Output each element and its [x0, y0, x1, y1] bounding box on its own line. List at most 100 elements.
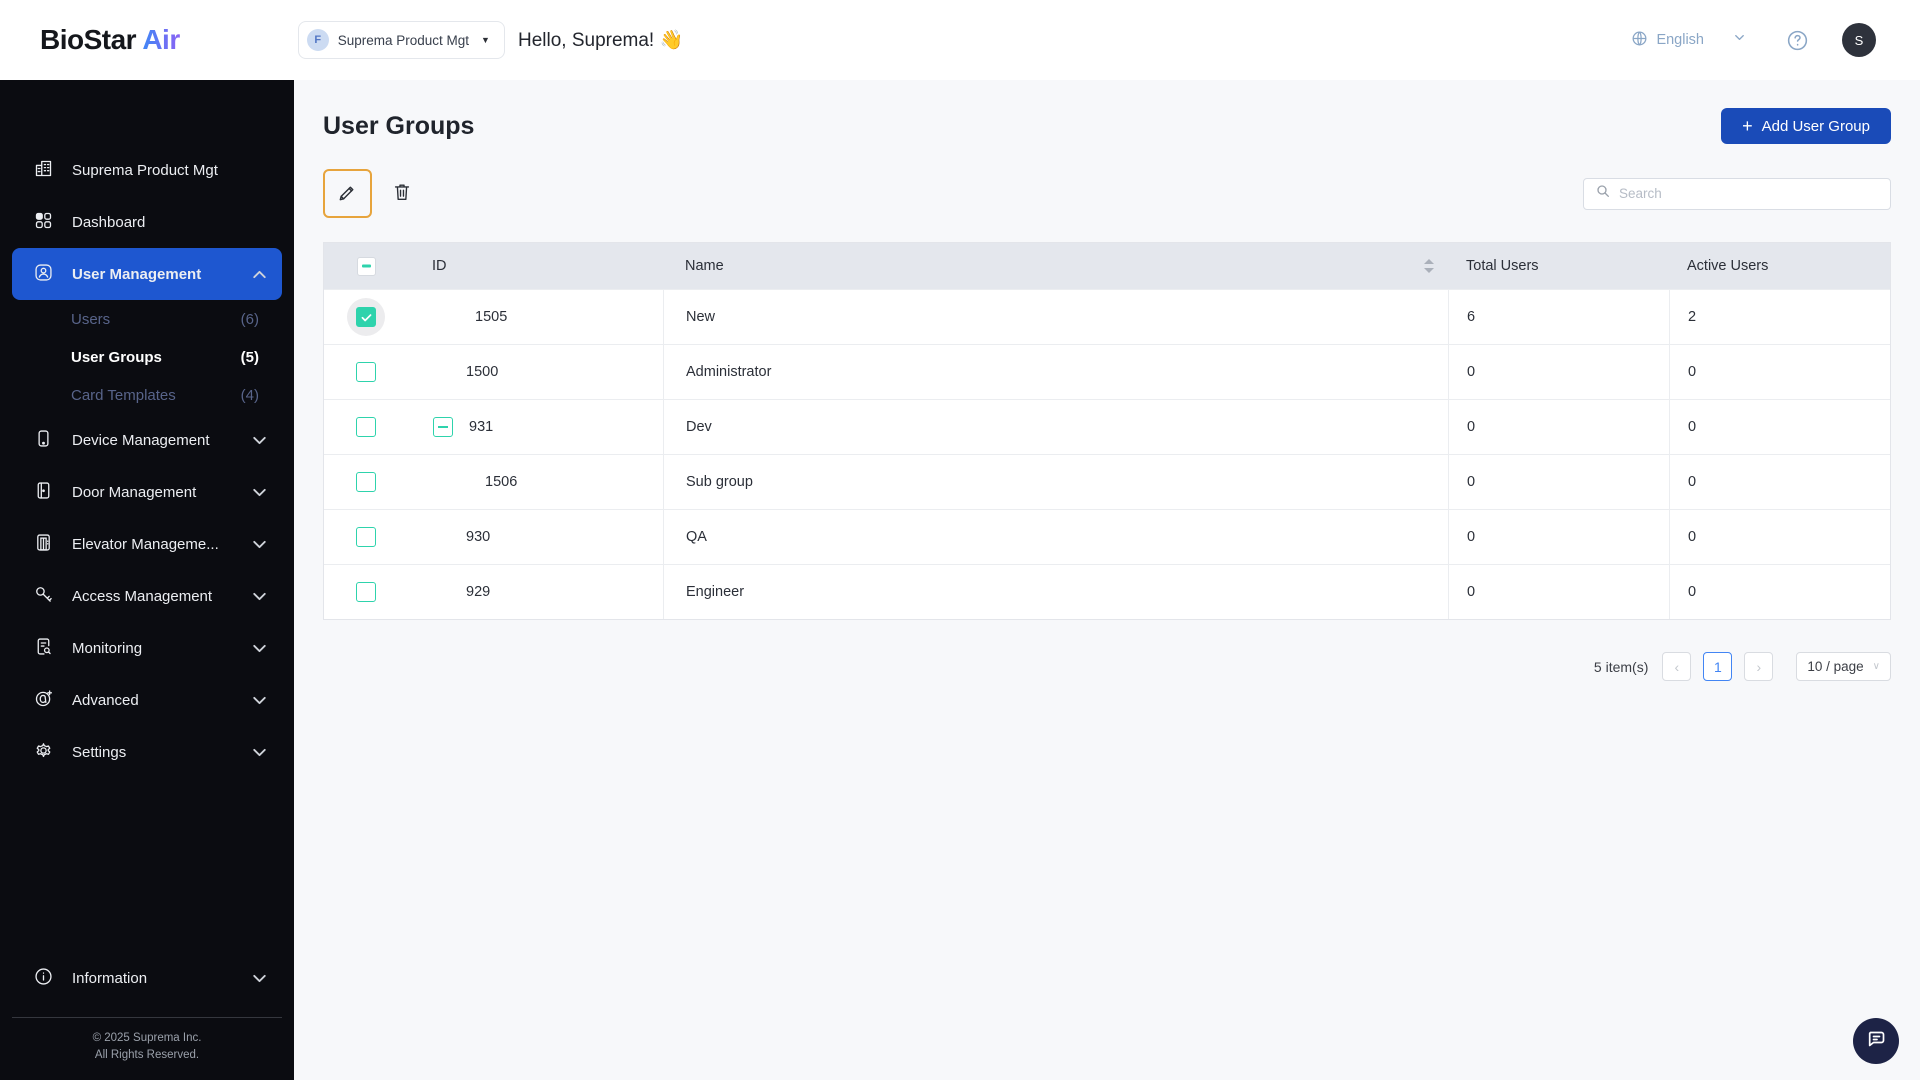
chevron-down-icon — [249, 638, 270, 659]
sidebar-item-label: Settings — [72, 743, 127, 761]
group-active-users: 0 — [1669, 400, 1890, 454]
row-checkbox[interactable] — [356, 582, 376, 602]
row-checkbox[interactable] — [356, 307, 376, 327]
chevron-down-icon — [249, 534, 270, 555]
sidebar-item-door-management[interactable]: Door Management — [0, 466, 294, 518]
sidebar-item-label: User Management — [72, 265, 202, 283]
sidebar-item-advanced[interactable]: Advanced — [0, 674, 294, 726]
group-name: Administrator — [663, 345, 1448, 399]
group-name: Dev — [663, 400, 1448, 454]
sidebar-item-label: Users — [71, 310, 111, 328]
sidebar-nav: Suprema Product Mgt Dashboard User Manag… — [0, 80, 294, 1080]
sidebar-item-count: (4) — [240, 386, 259, 404]
add-user-group-button[interactable]: + Add User Group — [1721, 108, 1891, 144]
group-active-users: 0 — [1669, 510, 1890, 564]
table-header: ID Name Total Users Active Users — [324, 243, 1890, 289]
sidebar-item-device-management[interactable]: Device Management — [0, 414, 294, 466]
checkbox-halo — [347, 298, 385, 336]
group-total-users: 0 — [1448, 455, 1669, 509]
row-checkbox[interactable] — [356, 527, 376, 547]
sidebar-item-card-templates[interactable]: Card Templates (4) — [0, 376, 294, 414]
top-header: BioStar Air F Suprema Product Mgt ▼ Hell… — [0, 0, 1920, 80]
sidebar-item-users[interactable]: Users (6) — [0, 300, 294, 338]
table-row[interactable]: 1506 Sub group 0 0 — [324, 454, 1890, 509]
chevron-down-icon — [249, 586, 270, 607]
device-icon — [33, 428, 54, 453]
collapse-expander-icon[interactable] — [433, 417, 453, 437]
sidebar-item-label: Information — [72, 970, 148, 987]
edit-button[interactable] — [323, 169, 372, 218]
sidebar-item-monitoring[interactable]: Monitoring — [0, 622, 294, 674]
select-all-checkbox[interactable] — [357, 256, 376, 276]
logo-primary: BioStar — [40, 24, 137, 55]
chevron-down-icon — [249, 430, 270, 451]
user-groups-table: ID Name Total Users Active Users 1505 Ne… — [323, 242, 1891, 620]
group-id: 930 — [466, 529, 491, 545]
building-icon — [33, 158, 54, 183]
group-active-users: 0 — [1669, 565, 1890, 619]
column-header-id: ID — [432, 258, 447, 274]
logo-accent: Air — [142, 24, 180, 55]
sidebar-item-information[interactable]: Information — [0, 953, 294, 1005]
table-row[interactable]: 1500 Administrator 0 0 — [324, 344, 1890, 399]
row-checkbox[interactable] — [356, 472, 376, 492]
door-icon — [33, 480, 54, 505]
sidebar-item-label: Card Templates — [71, 386, 176, 404]
next-page-button[interactable]: › — [1744, 652, 1774, 681]
info-icon — [33, 966, 54, 991]
sidebar-item-label: Dashboard — [72, 213, 146, 231]
sidebar-item-elevator-management[interactable]: Elevator Manageme... — [0, 518, 294, 570]
group-total-users: 0 — [1448, 400, 1669, 454]
group-total-users: 0 — [1448, 510, 1669, 564]
avatar-initial: S — [1854, 32, 1864, 48]
search-icon — [1595, 183, 1611, 204]
user-avatar[interactable]: S — [1842, 23, 1876, 57]
workspace-name: Suprema Product Mgt — [337, 32, 470, 48]
group-name: Sub group — [663, 455, 1448, 509]
group-id: 1500 — [466, 364, 499, 380]
sidebar-item-label: User Groups — [71, 348, 162, 366]
workspace-dropdown[interactable]: F Suprema Product Mgt ▼ — [297, 21, 505, 59]
search-input[interactable] — [1619, 186, 1879, 201]
group-active-users: 0 — [1669, 455, 1890, 509]
table-row[interactable]: 1505 New 6 2 — [324, 289, 1890, 344]
greeting-text: Hello, Suprema! 👋 — [517, 30, 684, 51]
chevron-down-icon[interactable] — [1732, 30, 1747, 50]
sidebar-item-label: Suprema Product Mgt — [72, 161, 218, 179]
row-checkbox[interactable] — [356, 417, 376, 437]
pencil-icon — [336, 181, 359, 207]
page-size-select[interactable]: 10 / page ∨ — [1796, 652, 1891, 681]
sidebar-item-label: Access Management — [72, 587, 213, 605]
current-page-button[interactable]: 1 — [1703, 652, 1733, 681]
group-total-users: 0 — [1448, 565, 1669, 619]
chat-fab-button[interactable] — [1853, 1018, 1899, 1064]
table-row[interactable]: 929 Engineer 0 0 — [324, 564, 1890, 619]
column-header-total-users: Total Users — [1466, 258, 1539, 274]
sidebar-item-settings[interactable]: Settings — [0, 726, 294, 778]
sidebar-item-dashboard[interactable]: Dashboard — [0, 196, 294, 248]
delete-button[interactable] — [391, 181, 413, 206]
prev-page-button[interactable]: ‹ — [1662, 652, 1692, 681]
chevron-down-icon: ∨ — [1872, 661, 1880, 672]
sort-icon[interactable] — [1424, 259, 1434, 273]
sidebar-item-count: (5) — [240, 348, 259, 366]
row-checkbox[interactable] — [356, 362, 376, 382]
gear-icon — [33, 740, 54, 765]
sidebar-item-user-groups[interactable]: User Groups (5) — [0, 338, 294, 376]
sidebar-item-user-management[interactable]: User Management — [12, 248, 282, 300]
chevron-down-icon — [249, 482, 270, 503]
help-icon[interactable] — [1785, 28, 1810, 53]
app-logo: BioStar Air — [40, 24, 180, 56]
chevron-down-icon — [249, 690, 270, 711]
language-selector[interactable]: English — [1630, 29, 1704, 52]
table-row[interactable]: 931 Dev 0 0 — [324, 399, 1890, 454]
group-active-users: 2 — [1669, 290, 1890, 344]
group-id: 1506 — [485, 474, 518, 490]
chat-bubble-icon — [1864, 1027, 1888, 1056]
sidebar-item-label: Advanced — [72, 691, 139, 709]
table-row[interactable]: 930 QA 0 0 — [324, 509, 1890, 564]
sidebar-item-suprema-product-mgt[interactable]: Suprema Product Mgt — [0, 144, 294, 196]
group-id: 1505 — [475, 309, 508, 325]
sidebar-item-label: Monitoring — [72, 639, 143, 657]
sidebar-item-access-management[interactable]: Access Management — [0, 570, 294, 622]
